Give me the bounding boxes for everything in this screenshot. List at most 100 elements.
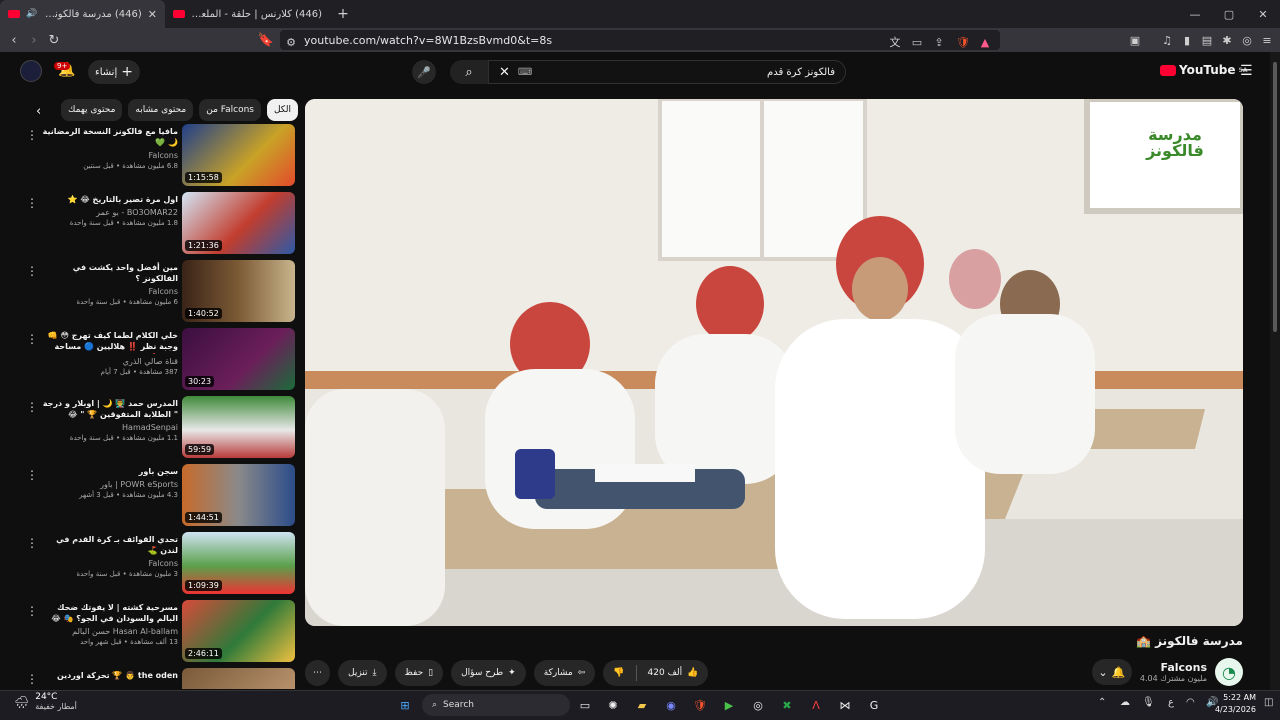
subscribed-button[interactable]: ⌄ 🔔 [1091, 659, 1132, 685]
music-icon[interactable]: ♫ [1160, 33, 1174, 47]
channel-name[interactable]: Falcons [1140, 661, 1207, 674]
cast-icon[interactable]: ▭ [910, 35, 924, 49]
brave-icon[interactable]: 🛡 [689, 694, 711, 716]
more-options-icon[interactable]: ⋮ [26, 400, 38, 414]
share-button[interactable]: مشاركة ⇦ [533, 660, 596, 686]
download-button[interactable]: تنزيل ⤓ [338, 660, 387, 686]
list-item[interactable]: ⋮ تحدي القوائف بـ كرة القدم في لندن ⛳ Fal… [20, 532, 298, 600]
more-options-icon[interactable]: ⋮ [26, 332, 38, 346]
copilot-icon[interactable]: ✺ [602, 694, 624, 716]
bookmark-icon[interactable]: 🔖 [256, 33, 276, 48]
search-button[interactable]: ⌕ [450, 60, 488, 84]
minimize-button[interactable]: — [1178, 0, 1212, 28]
channel-avatar[interactable]: ◔ [1215, 658, 1243, 686]
share-icon[interactable]: ⇪ [932, 35, 946, 49]
youtube-logo[interactable]: YouTube SA [1160, 63, 1247, 77]
more-options-icon[interactable]: ⋮ [26, 604, 38, 618]
list-item[interactable]: ⋮ سجن باور POWR eSports | باور 4.3 مليون م… [20, 464, 298, 532]
task-view-icon[interactable]: ▭ [574, 694, 596, 716]
brave-rewards-icon[interactable]: ▲ [978, 35, 992, 49]
chip-similar[interactable]: محتوى مشابه [128, 99, 194, 121]
capcut-icon[interactable]: ⋈ [834, 694, 856, 716]
forward-icon[interactable]: › [24, 33, 44, 48]
url-field[interactable]: ⚙ youtube.com/watch?v=8W1BzsBvmd0&t=8s 文… [280, 30, 1000, 50]
acrobat-icon[interactable]: Ʌ [805, 694, 827, 716]
browser-menu-icon[interactable]: ≡ [1260, 33, 1274, 47]
clear-search-icon[interactable]: ✕ [499, 65, 510, 80]
list-item[interactable]: ⋮ مين أفضل واحد يكشت في الفالكونز ؟ Falco… [20, 260, 298, 328]
windows-start-icon[interactable]: ⊞ [394, 694, 416, 716]
excel-icon[interactable]: ✖ [776, 694, 798, 716]
ask-button[interactable]: طرح سؤال ✦ [451, 660, 526, 686]
panel-icon[interactable]: ▮ [1180, 33, 1194, 47]
more-options-icon[interactable]: ⋮ [26, 128, 38, 142]
close-window-button[interactable]: ✕ [1246, 0, 1280, 28]
more-options-icon[interactable]: ⋮ [26, 468, 38, 482]
system-clock[interactable]: 5:22 AM 4/23/2026 [1215, 692, 1256, 716]
avatar[interactable] [20, 60, 42, 82]
more-options-icon[interactable]: ⋮ [26, 264, 38, 278]
keyboard-icon[interactable]: ⌨ [518, 67, 532, 78]
more-actions-button[interactable]: ⋯ [305, 660, 330, 686]
maximize-button[interactable]: ▢ [1212, 0, 1246, 28]
dislike-icon[interactable]: 👎 [613, 668, 624, 678]
discord-icon[interactable]: ◉ [660, 694, 682, 716]
list-item[interactable]: ⋮ خلي الكلام لطما كيف تهرج 😳 👊 وجبة نظر … [20, 328, 298, 396]
wallet-icon[interactable]: ▤ [1200, 33, 1214, 47]
notification-center-icon[interactable]: ◫ [1264, 697, 1273, 708]
video-player[interactable]: مدرسة فالكونز [305, 99, 1243, 626]
sidebar-icon[interactable]: ▣ [1128, 33, 1142, 47]
scrollbar-thumb[interactable] [1273, 62, 1277, 332]
thumbnail[interactable]: 1:15:58 [182, 124, 295, 186]
more-options-icon[interactable]: ⋮ [26, 196, 38, 210]
back-icon[interactable]: ‹ [4, 33, 24, 48]
new-tab-button[interactable]: + [330, 6, 356, 22]
taskbar-search[interactable]: ⌕ Search [422, 694, 570, 716]
media-app-icon[interactable]: ▶ [718, 694, 740, 716]
thumbnail[interactable]: 30:23 [182, 328, 295, 390]
list-item[interactable]: ⋮ the oden 👨 🏆 تحركة اوردين [20, 668, 298, 689]
extensions-icon[interactable]: ✱ [1220, 33, 1234, 47]
thumbnail[interactable]: 1:09:39 [182, 532, 295, 594]
site-info-icon[interactable]: ⚙ [284, 35, 298, 49]
brave-shield-icon[interactable]: 🛡 [956, 35, 970, 49]
chip-all[interactable]: الكل [266, 99, 298, 121]
thumbnail[interactable]: 1:40:52 [182, 260, 295, 322]
page-scrollbar[interactable] [1270, 52, 1280, 690]
create-button[interactable]: إنشاء + [88, 60, 140, 84]
app-icon[interactable]: ◎ [747, 694, 769, 716]
thumbnail[interactable]: 1:21:36 [182, 192, 295, 254]
like-icon[interactable]: 👍 [687, 668, 698, 678]
app-icon-2[interactable]: G [863, 694, 885, 716]
more-options-icon[interactable]: ⋮ [26, 672, 38, 686]
thumbnail[interactable]: 59:59 [182, 396, 295, 458]
chip-relevant[interactable]: محتوى يهمك [61, 99, 123, 121]
tab-inactive[interactable]: (446) كلارنس | حلقة - الملعب المفقود [165, 0, 330, 28]
tab-active[interactable]: 🔊 (446) مدرسة فالكونز 🏫 - YouTube ✕ [0, 0, 165, 28]
microphone-tray-icon[interactable]: 🎙 [1142, 697, 1155, 708]
chip-from-falcons[interactable]: من Falcons [199, 99, 261, 121]
wifi-icon[interactable]: ◠ [1186, 697, 1195, 708]
file-explorer-icon[interactable]: ▰ [631, 694, 653, 716]
tray-chevron-icon[interactable]: ⌃ [1098, 697, 1106, 708]
translate-icon[interactable]: 文 [888, 35, 902, 49]
reload-icon[interactable]: ↻ [44, 33, 64, 48]
search-input[interactable]: ✕ ⌨ فالكونز كرة قدم [488, 60, 846, 84]
save-button[interactable]: حفظ ▯ [394, 660, 444, 686]
more-options-icon[interactable]: ⋮ [26, 536, 38, 550]
weather-widget[interactable]: 🌧 24°C أمطار خفيفة [14, 692, 77, 711]
thumbnail[interactable] [182, 668, 295, 689]
list-item[interactable]: ⋮ مافيا مع فالكونز النسخة الرمضانية 🌙 💚 F… [20, 124, 298, 192]
vpn-icon[interactable]: ◎ [1240, 33, 1254, 47]
list-item[interactable]: ⋮ اول مرة تصير بالتاريخ 😂 ⭐ BO3OMAR22 - ب… [20, 192, 298, 260]
list-item[interactable]: ⋮ مسرحية كشته | لا يفوتك ضحك البالم والس… [20, 600, 298, 668]
menu-icon[interactable]: ☰ [1240, 63, 1253, 79]
close-tab-icon[interactable]: ✕ [148, 8, 157, 21]
language-indicator[interactable]: ع [1168, 697, 1174, 708]
thumbnail[interactable]: 2:46:11 [182, 600, 295, 662]
onedrive-icon[interactable]: ☁ [1120, 697, 1130, 708]
list-item[interactable]: ⋮ المدرس حمد 👨‍🏫 🌙 | اوبلار و درجة " الط… [20, 396, 298, 464]
thumbnail[interactable]: 1:44:51 [182, 464, 295, 526]
voice-search-button[interactable]: 🎤 [412, 60, 436, 84]
audio-icon[interactable]: 🔊 [26, 9, 37, 19]
